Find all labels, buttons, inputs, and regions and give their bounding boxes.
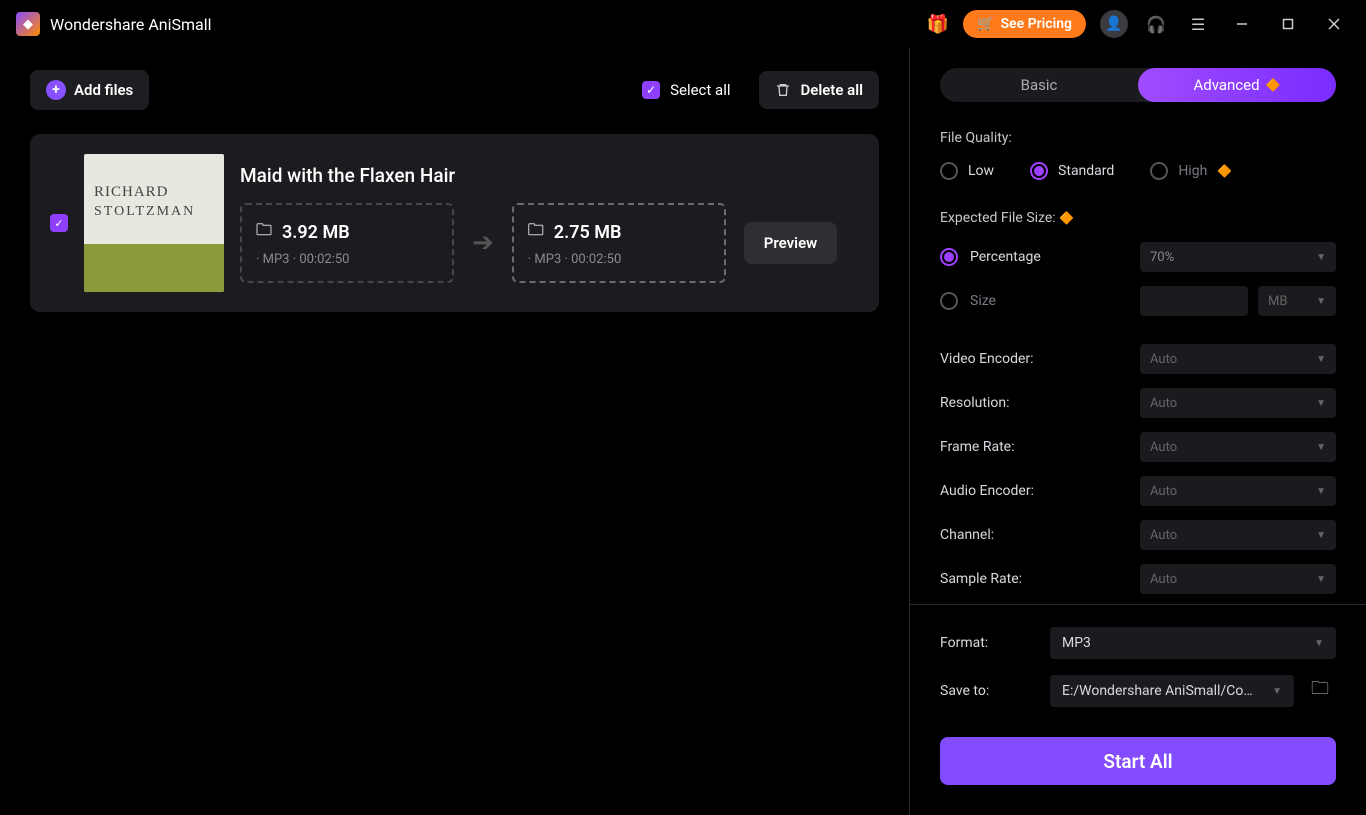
size-input[interactable] <box>1140 286 1248 316</box>
quality-standard-label: Standard <box>1058 163 1114 179</box>
thumb-text2: STOLTZMAN <box>94 204 195 220</box>
output-size-box: 🗀 2.75 MB · MP3 · 00:02:50 <box>512 203 726 283</box>
chevron-down-icon: ▼ <box>1316 252 1326 263</box>
save-to-value: E:/Wondershare AniSmall/Comp <box>1062 683 1262 699</box>
output-size: 2.75 MB <box>554 222 622 243</box>
support-icon[interactable]: 🎧 <box>1142 10 1170 38</box>
check-icon: ✓ <box>642 81 660 99</box>
minimize-button[interactable] <box>1226 8 1258 40</box>
delete-all-button[interactable]: Delete all <box>759 71 880 109</box>
add-files-label: Add files <box>74 81 133 99</box>
trash-icon <box>775 82 791 98</box>
open-folder-button[interactable]: 🗀 <box>1304 675 1336 707</box>
chevron-down-icon: ▼ <box>1314 638 1324 649</box>
select-all-label: Select all <box>670 81 730 99</box>
chevron-down-icon: ▼ <box>1316 354 1326 365</box>
cart-icon: 🛒 <box>977 16 994 32</box>
save-to-select[interactable]: E:/Wondershare AniSmall/Comp ▼ <box>1050 675 1294 707</box>
resolution-select[interactable]: Auto▼ <box>1140 388 1336 418</box>
tab-advanced[interactable]: Advanced 🔶 <box>1138 68 1336 102</box>
audio-encoder-label: Audio Encoder: <box>940 483 1140 499</box>
tab-advanced-label: Advanced <box>1193 76 1259 94</box>
channel-label: Channel: <box>940 527 1140 543</box>
titlebar: ◆ Wondershare AniSmall 🎁 🛒 See Pricing 👤… <box>0 0 1366 48</box>
mode-tabs: Basic Advanced 🔶 <box>940 68 1336 102</box>
diamond-icon: 🔶 <box>1059 211 1074 225</box>
quality-low-radio[interactable]: Low <box>940 162 994 180</box>
format-select[interactable]: MP3 ▼ <box>1050 627 1336 659</box>
video-encoder-label: Video Encoder: <box>940 351 1140 367</box>
channel-select[interactable]: Auto▼ <box>1140 520 1336 550</box>
expected-size-label: Expected File Size: 🔶 <box>940 210 1336 226</box>
add-files-button[interactable]: + Add files <box>30 70 149 110</box>
preview-button[interactable]: Preview <box>744 222 837 264</box>
frame-rate-select[interactable]: Auto▼ <box>1140 432 1336 462</box>
folder-icon: 🗀 <box>256 219 274 246</box>
original-size: 3.92 MB <box>282 222 350 243</box>
frame-rate-label: Frame Rate: <box>940 439 1140 455</box>
sample-rate-select[interactable]: Auto▼ <box>1140 564 1336 594</box>
chevron-down-icon: ▼ <box>1316 442 1326 453</box>
file-card: ✓ RICHARD STOLTZMAN Maid with the Flaxen… <box>30 134 879 312</box>
see-pricing-label: See Pricing <box>1001 16 1072 32</box>
size-radio[interactable]: Size <box>940 292 1140 310</box>
original-size-box: 🗀 3.92 MB · MP3 · 00:02:50 <box>240 203 454 283</box>
tab-basic[interactable]: Basic <box>940 68 1138 102</box>
left-pane: + Add files ✓ Select all Delete all ✓ RI… <box>0 48 910 815</box>
chevron-down-icon: ▼ <box>1272 686 1282 697</box>
size-unit-select[interactable]: MB ▼ <box>1258 286 1336 316</box>
chevron-down-icon: ▼ <box>1316 530 1326 541</box>
select-all-checkbox[interactable]: ✓ Select all <box>642 81 730 99</box>
size-label: Size <box>970 293 996 309</box>
close-button[interactable] <box>1318 8 1350 40</box>
start-all-button[interactable]: Start All <box>940 737 1336 785</box>
gift-icon[interactable]: 🎁 <box>927 14 949 35</box>
save-to-label: Save to: <box>940 683 1050 699</box>
app-title: Wondershare AniSmall <box>50 15 212 34</box>
right-pane: Basic Advanced 🔶 File Quality: Low Stand… <box>910 48 1366 815</box>
delete-all-label: Delete all <box>801 81 864 99</box>
file-title: Maid with the Flaxen Hair <box>240 164 859 187</box>
percentage-radio[interactable]: Percentage <box>940 248 1140 266</box>
app-icon: ◆ <box>16 12 40 36</box>
original-meta: · MP3 · 00:02:50 <box>256 252 438 267</box>
quality-high-label: High <box>1178 163 1207 179</box>
chevron-down-icon: ▼ <box>1316 398 1326 409</box>
arrow-icon: ➔ <box>472 228 494 258</box>
quality-low-label: Low <box>968 163 994 179</box>
video-encoder-select[interactable]: Auto▼ <box>1140 344 1336 374</box>
thumb-text1: RICHARD <box>94 184 169 201</box>
chevron-down-icon: ▼ <box>1316 296 1326 307</box>
chevron-down-icon: ▼ <box>1316 574 1326 585</box>
chevron-down-icon: ▼ <box>1316 486 1326 497</box>
resolution-label: Resolution: <box>940 395 1140 411</box>
format-value: MP3 <box>1062 635 1091 651</box>
menu-icon[interactable]: ☰ <box>1184 10 1212 38</box>
diamond-icon: 🔶 <box>1217 164 1232 178</box>
file-quality-label: File Quality: <box>940 130 1336 146</box>
audio-encoder-select[interactable]: Auto▼ <box>1140 476 1336 506</box>
percentage-select[interactable]: 70% ▼ <box>1140 242 1336 272</box>
quality-high-radio[interactable]: High 🔶 <box>1150 162 1232 180</box>
folder-icon: 🗀 <box>528 219 546 246</box>
see-pricing-button[interactable]: 🛒 See Pricing <box>963 10 1086 38</box>
file-thumbnail: RICHARD STOLTZMAN <box>84 154 224 292</box>
plus-icon: + <box>46 80 66 100</box>
sample-rate-label: Sample Rate: <box>940 571 1140 587</box>
percentage-value: 70% <box>1150 250 1174 265</box>
percentage-label: Percentage <box>970 249 1041 265</box>
maximize-button[interactable] <box>1272 8 1304 40</box>
quality-standard-radio[interactable]: Standard <box>1030 162 1114 180</box>
format-label: Format: <box>940 635 1050 651</box>
diamond-icon: 🔶 <box>1266 78 1281 92</box>
size-unit-label: MB <box>1268 294 1287 309</box>
output-meta: · MP3 · 00:02:50 <box>528 252 710 267</box>
file-checkbox[interactable]: ✓ <box>50 214 68 232</box>
user-avatar[interactable]: 👤 <box>1100 10 1128 38</box>
